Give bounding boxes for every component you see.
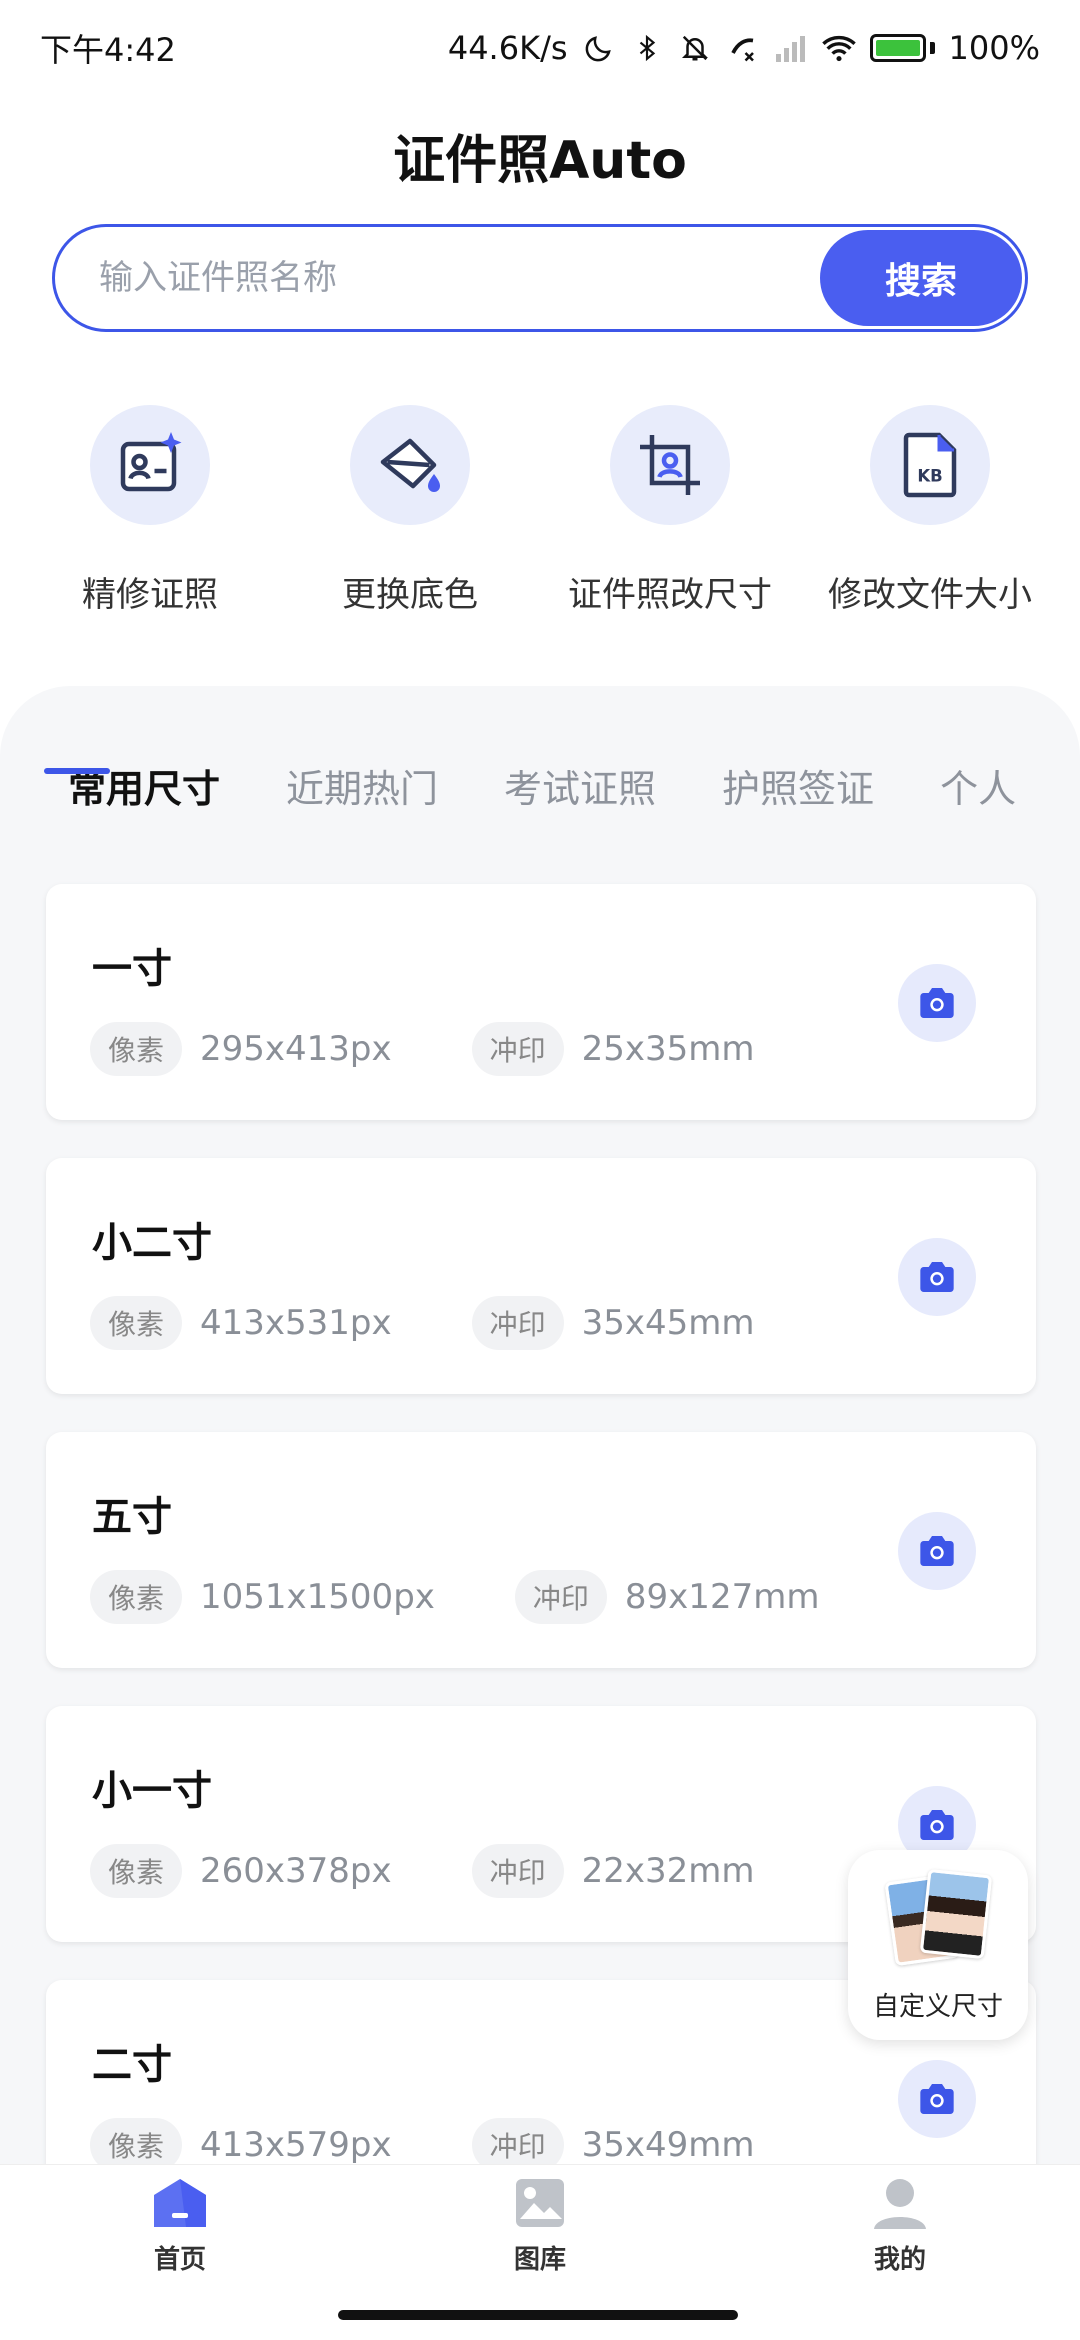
status-icons: 44.6K/s 100% xyxy=(448,29,1040,67)
nav-home[interactable]: 首页 xyxy=(80,2165,280,2340)
home-indicator xyxy=(338,2310,738,2320)
portrait-photos-icon xyxy=(878,1868,998,1968)
size-specs: 像素 413x531px 冲印 35x45mm xyxy=(90,1296,755,1350)
print-value: 89x127mm xyxy=(624,1577,820,1617)
print-value: 25x35mm xyxy=(581,1029,755,1069)
size-name: 五寸 xyxy=(92,1494,172,1540)
print-value: 35x49mm xyxy=(581,2125,755,2165)
tool-change-background[interactable]: 更换底色 xyxy=(285,405,535,616)
moon-icon xyxy=(582,31,616,65)
pixel-value: 260x378px xyxy=(200,1851,392,1891)
custom-size-button[interactable]: 自定义尺寸 xyxy=(848,1850,1028,2040)
tool-file-size[interactable]: KB 修改文件大小 xyxy=(805,405,1055,616)
tab-passport-visa[interactable]: 护照签证 xyxy=(722,758,874,813)
pixel-value: 413x579px xyxy=(200,2125,392,2165)
tool-label: 更换底色 xyxy=(342,575,478,615)
camera-button[interactable] xyxy=(898,1238,976,1316)
kb-file-icon: KB xyxy=(870,405,990,525)
size-card[interactable]: 一寸 像素 295x413px 冲印 25x35mm xyxy=(46,884,1036,1120)
bluetooth-icon xyxy=(630,31,664,65)
signal-icon xyxy=(774,31,808,65)
pixel-chip: 像素 xyxy=(90,1296,183,1350)
category-tabs: 常用尺寸 近期热门 考试证照 护照签证 个人 xyxy=(68,758,1016,813)
home-icon xyxy=(154,2179,206,2227)
mute-icon xyxy=(678,31,712,65)
print-value: 22x32mm xyxy=(581,1851,755,1891)
tab-exam[interactable]: 考试证照 xyxy=(504,758,656,813)
camera-icon xyxy=(920,1810,954,1840)
size-name: 二寸 xyxy=(92,2042,172,2088)
status-bar: 下午4:42 44.6K/s 100% xyxy=(0,0,1080,96)
tool-retouch[interactable]: 精修证照 xyxy=(25,405,275,616)
size-specs: 像素 260x378px 冲印 22x32mm xyxy=(90,1844,755,1898)
nav-profile[interactable]: 我的 xyxy=(800,2165,1000,2340)
search-bar: 搜索 xyxy=(52,224,1028,332)
print-chip: 冲印 xyxy=(514,1570,607,1624)
tool-grid: 精修证照 更换底色 证件照改尺寸 KB 修改文件大小 xyxy=(0,405,1080,616)
paint-bucket-icon xyxy=(350,405,470,525)
network-speed: 44.6K/s xyxy=(447,29,568,67)
nav-label: 图库 xyxy=(513,2245,566,2275)
pixel-value: 413x531px xyxy=(200,1303,392,1343)
print-value: 35x45mm xyxy=(581,1303,755,1343)
gallery-icon xyxy=(516,2179,564,2227)
camera-button[interactable] xyxy=(898,2060,976,2138)
size-name: 小二寸 xyxy=(92,1220,212,1266)
nav-label: 首页 xyxy=(153,2245,206,2275)
tool-resize[interactable]: 证件照改尺寸 xyxy=(545,405,795,616)
nav-label: 我的 xyxy=(873,2245,926,2275)
profile-icon xyxy=(874,2179,926,2229)
print-chip: 冲印 xyxy=(471,1022,564,1076)
crop-portrait-icon xyxy=(610,405,730,525)
size-specs: 像素 295x413px 冲印 25x35mm xyxy=(90,1022,755,1076)
camera-icon xyxy=(920,2084,954,2114)
active-tab-indicator xyxy=(44,768,110,774)
camera-button[interactable] xyxy=(898,964,976,1042)
print-chip: 冲印 xyxy=(471,1296,564,1350)
print-chip: 冲印 xyxy=(471,1844,564,1898)
battery-percent: 100% xyxy=(948,29,1040,67)
size-card[interactable]: 五寸 像素 1051x1500px 冲印 89x127mm xyxy=(46,1432,1036,1668)
size-card[interactable]: 小二寸 像素 413x531px 冲印 35x45mm xyxy=(46,1158,1036,1394)
pixel-value: 295x413px xyxy=(200,1029,392,1069)
size-name: 小一寸 xyxy=(92,1768,212,1814)
wifi-icon xyxy=(821,31,856,65)
size-specs: 像素 1051x1500px 冲印 89x127mm xyxy=(90,1570,819,1624)
svg-text:KB: KB xyxy=(917,467,942,486)
tool-label: 精修证照 xyxy=(82,575,218,615)
id-card-sparkle-icon xyxy=(90,405,210,525)
custom-size-label: 自定义尺寸 xyxy=(872,1992,1003,2022)
pixel-value: 1051x1500px xyxy=(200,1577,435,1617)
camera-icon xyxy=(920,988,954,1018)
status-time: 下午4:42 xyxy=(40,31,176,69)
camera-icon xyxy=(920,1262,954,1292)
battery-icon xyxy=(869,34,935,62)
tool-label: 证件照改尺寸 xyxy=(568,575,772,615)
camera-icon xyxy=(920,1536,954,1566)
pixel-chip: 像素 xyxy=(90,1022,183,1076)
call-icon xyxy=(726,31,760,65)
tab-recent-hot[interactable]: 近期热门 xyxy=(286,758,438,813)
tool-label: 修改文件大小 xyxy=(828,575,1032,615)
page-title: 证件照Auto xyxy=(393,131,687,191)
size-name: 一寸 xyxy=(92,946,172,992)
tab-common-sizes[interactable]: 常用尺寸 xyxy=(68,758,220,813)
search-button[interactable]: 搜索 xyxy=(820,230,1022,326)
camera-button[interactable] xyxy=(898,1512,976,1590)
pixel-chip: 像素 xyxy=(90,1570,183,1624)
tab-personal[interactable]: 个人 xyxy=(940,758,1016,813)
pixel-chip: 像素 xyxy=(90,1844,183,1898)
